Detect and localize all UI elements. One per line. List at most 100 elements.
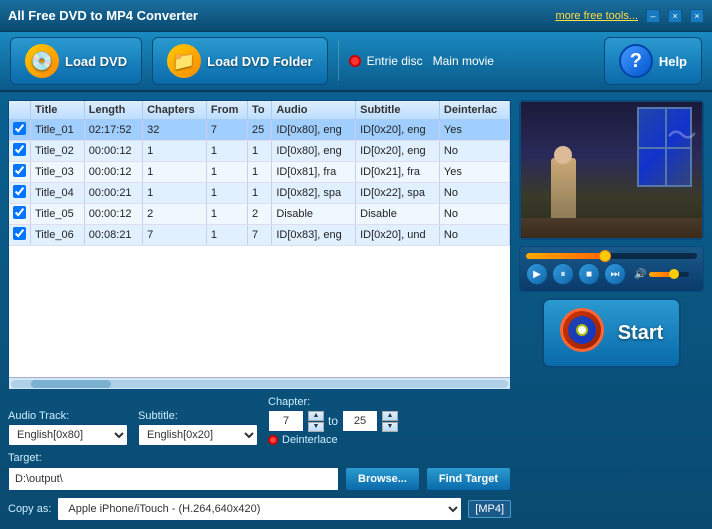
- row-length: 00:00:12: [84, 204, 142, 225]
- load-dvd-folder-label: Load DVD Folder: [207, 54, 312, 69]
- row-audio: ID[0x83], eng: [272, 225, 356, 246]
- row-title: Title_02: [31, 141, 85, 162]
- scrollbar-thumb[interactable]: [31, 380, 111, 388]
- start-icon-disc: [576, 324, 588, 336]
- table-row[interactable]: Title_05 00:00:12 2 1 2 Disable Disable …: [9, 204, 510, 225]
- row-checkbox-cell[interactable]: [9, 204, 31, 225]
- volume-area: 🔊: [634, 269, 689, 280]
- row-checkbox-cell[interactable]: [9, 225, 31, 246]
- table-body: Title_01 02:17:52 32 7 25 ID[0x80], eng …: [9, 120, 510, 246]
- chapter-from-down[interactable]: ▼: [308, 422, 324, 432]
- start-button[interactable]: Start: [542, 298, 682, 368]
- entire-disc-option[interactable]: Entrie disc: [349, 54, 423, 68]
- load-dvd-button[interactable]: 💿 Load DVD: [10, 37, 142, 85]
- row-deinterlace: No: [439, 141, 509, 162]
- audio-track-select[interactable]: English[0x80] French[0x81] Spanish[0x82]: [8, 424, 128, 446]
- table-row[interactable]: Title_03 00:00:12 1 1 1 ID[0x81], fra ID…: [9, 162, 510, 183]
- row-subtitle: ID[0x20], eng: [356, 120, 440, 141]
- row-subtitle: ID[0x20], und: [356, 225, 440, 246]
- load-dvd-folder-button[interactable]: 📁 Load DVD Folder: [152, 37, 327, 85]
- help-icon: ?: [619, 44, 653, 78]
- chapter-to-input[interactable]: [342, 410, 378, 432]
- row-from: 1: [206, 141, 247, 162]
- col-from: From: [206, 101, 247, 120]
- start-label: Start: [618, 322, 664, 345]
- table-row[interactable]: Title_04 00:00:21 1 1 1 ID[0x82], spa ID…: [9, 183, 510, 204]
- find-target-button[interactable]: Find Target: [426, 467, 511, 491]
- row-checkbox[interactable]: [13, 227, 26, 240]
- row-length: 00:00:12: [84, 141, 142, 162]
- progress-thumb[interactable]: [599, 250, 611, 262]
- table-row[interactable]: Title_06 00:08:21 7 1 7 ID[0x83], eng ID…: [9, 225, 510, 246]
- help-label: Help: [659, 54, 687, 69]
- titles-table-container: Title Length Chapters From To Audio Subt…: [8, 100, 511, 390]
- forward-button[interactable]: ⏭: [604, 263, 626, 285]
- chapter-inline: ▲ ▼ to ▲ ▼: [268, 410, 398, 432]
- close-button[interactable]: ×: [690, 9, 704, 23]
- volume-bar[interactable]: [649, 272, 689, 277]
- row-checkbox-cell[interactable]: [9, 183, 31, 204]
- row-checkbox-cell[interactable]: [9, 120, 31, 141]
- table-row[interactable]: Title_01 02:17:52 32 7 25 ID[0x80], eng …: [9, 120, 510, 141]
- chapter-to-down[interactable]: ▼: [382, 422, 398, 432]
- preview-scene: 〜: [521, 102, 702, 238]
- row-checkbox[interactable]: [13, 206, 26, 219]
- row-checkbox[interactable]: [13, 164, 26, 177]
- copy-as-select[interactable]: Apple iPhone/iTouch - (H.264,640x420) Ap…: [57, 497, 462, 521]
- minimize-button[interactable]: –: [646, 9, 660, 23]
- play-button[interactable]: ▶: [526, 263, 548, 285]
- row-checkbox[interactable]: [13, 122, 26, 135]
- more-tools-link[interactable]: more free tools...: [555, 10, 638, 22]
- row-checkbox-cell[interactable]: [9, 162, 31, 183]
- target-input[interactable]: [8, 467, 339, 491]
- row-deinterlace: No: [439, 183, 509, 204]
- row-audio: ID[0x80], eng: [272, 120, 356, 141]
- start-icon: [560, 308, 610, 358]
- chapter-group: Chapter: ▲ ▼ to ▲ ▼ Deinterl: [268, 396, 398, 446]
- row-to: 1: [247, 141, 271, 162]
- row-audio: Disable: [272, 204, 356, 225]
- row-to: 25: [247, 120, 271, 141]
- subtitle-select[interactable]: English[0x20] French[0x21] Spanish[0x22]…: [138, 424, 258, 446]
- row-audio: ID[0x80], eng: [272, 141, 356, 162]
- row-chapters: 7: [143, 225, 207, 246]
- horizontal-scrollbar[interactable]: [9, 377, 510, 389]
- deinterlace-radio[interactable]: [268, 435, 278, 445]
- table-header-row: Title Length Chapters From To Audio Subt…: [9, 101, 510, 120]
- volume-thumb[interactable]: [669, 269, 679, 279]
- preview-frame: 〜: [519, 100, 704, 240]
- preview-floor: [521, 218, 702, 238]
- stop-button[interactable]: ■: [578, 263, 600, 285]
- subtitle-group: Subtitle: English[0x20] French[0x21] Spa…: [138, 410, 258, 446]
- deinterlace-row: Deinterlace: [268, 434, 338, 446]
- row-chapters: 1: [143, 141, 207, 162]
- table-row[interactable]: Title_02 00:00:12 1 1 1 ID[0x80], eng ID…: [9, 141, 510, 162]
- row-subtitle: ID[0x21], fra: [356, 162, 440, 183]
- col-chapters: Chapters: [143, 101, 207, 120]
- chapter-from-input[interactable]: [268, 410, 304, 432]
- progress-bar[interactable]: [526, 253, 697, 259]
- main-movie-label[interactable]: Main movie: [433, 54, 494, 68]
- row-checkbox[interactable]: [13, 143, 26, 156]
- row-length: 00:00:12: [84, 162, 142, 183]
- maximize-button[interactable]: ×: [668, 9, 682, 23]
- preview-smoke: 〜: [667, 122, 697, 152]
- chapter-to-up[interactable]: ▲: [382, 411, 398, 421]
- row-subtitle: ID[0x20], eng: [356, 141, 440, 162]
- row-title: Title_04: [31, 183, 85, 204]
- subtitle-label: Subtitle:: [138, 410, 258, 422]
- row-subtitle: ID[0x22], spa: [356, 183, 440, 204]
- entire-disc-radio[interactable]: [349, 55, 361, 67]
- chapter-from-up[interactable]: ▲: [308, 411, 324, 421]
- scrollbar-track[interactable]: [11, 380, 508, 388]
- row-checkbox-cell[interactable]: [9, 141, 31, 162]
- help-button[interactable]: ? Help: [604, 37, 702, 85]
- chapter-label: Chapter:: [268, 396, 310, 408]
- row-checkbox[interactable]: [13, 185, 26, 198]
- col-checkbox: [9, 101, 31, 120]
- load-dvd-label: Load DVD: [65, 54, 127, 69]
- browse-button[interactable]: Browse...: [345, 467, 420, 491]
- progress-fill: [526, 253, 603, 259]
- copy-as-row: Copy as: Apple iPhone/iTouch - (H.264,64…: [8, 497, 511, 521]
- pause-button[interactable]: ⏸: [552, 263, 574, 285]
